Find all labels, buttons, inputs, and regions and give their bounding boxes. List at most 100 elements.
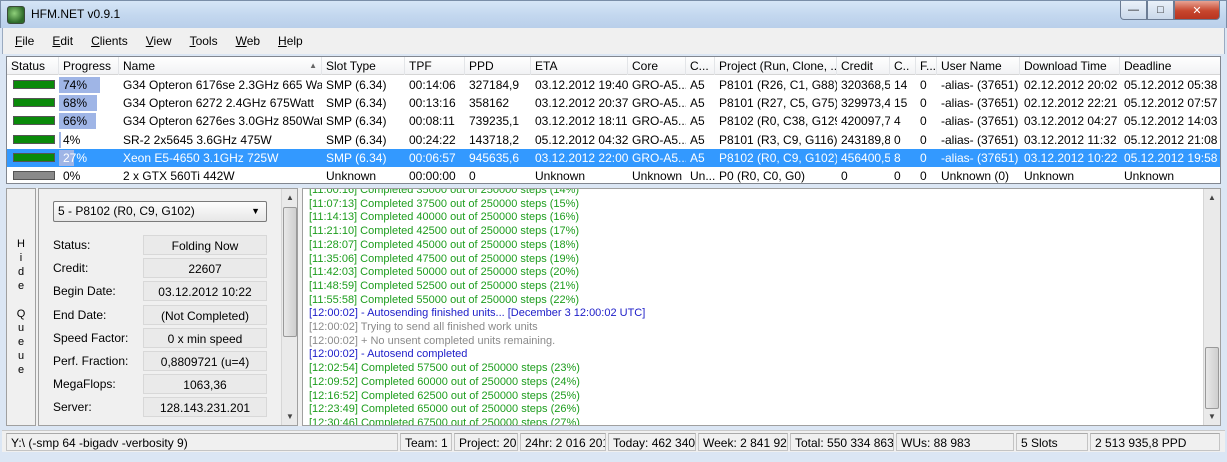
- menu-help[interactable]: Help: [278, 34, 303, 48]
- log-panel[interactable]: [11:00:16] Completed 35000 out of 250000…: [302, 188, 1221, 426]
- cell-slot: SMP (6.34): [326, 132, 387, 147]
- scroll-up-icon[interactable]: ▲: [1204, 189, 1220, 206]
- menu-view[interactable]: View: [146, 34, 172, 48]
- queue-field-value: 1063,36: [143, 374, 267, 395]
- menu-accel: H: [278, 34, 287, 48]
- status-24hr: 24hr: 2 016 201: [520, 433, 606, 451]
- column-header[interactable]: Slot Type: [322, 57, 405, 75]
- menu-clients[interactable]: Clients: [91, 34, 128, 48]
- log-line: [11:42:03] Completed 50000 out of 250000…: [309, 266, 580, 279]
- cell-c: A5: [690, 150, 705, 165]
- queue-field-label: Speed Factor:: [53, 330, 129, 345]
- maximize-icon: □: [1157, 4, 1164, 16]
- scroll-thumb[interactable]: [283, 207, 297, 337]
- maximize-button[interactable]: □: [1147, 1, 1174, 20]
- cell-name: 2 x GTX 560Ti 442W: [123, 169, 235, 183]
- label-letter: H: [17, 238, 25, 250]
- cell-core: GRO-A5...: [632, 78, 686, 92]
- queue-field-value: Folding Now: [143, 235, 267, 255]
- minimize-button[interactable]: —: [1120, 1, 1147, 20]
- cell-user: -alias- (37651): [941, 96, 1019, 111]
- table-row[interactable]: 4% SR-2 2x5645 3.6GHz 475W SMP (6.34) 00:24…: [7, 131, 1220, 149]
- cell-f: 0: [920, 78, 927, 92]
- progress-text: 27%: [63, 150, 88, 165]
- cell-slot: SMP (6.34): [326, 114, 387, 129]
- table-row[interactable]: 66% G34 Opteron 6276es 3.0GHz 850Watt SMP …: [7, 112, 1220, 130]
- queue-field-value: 03.12.2012 10:22: [143, 281, 267, 302]
- cell-name: G34 Opteron 6276es 3.0GHz 850Watt: [123, 114, 322, 129]
- status-ppd: 2 513 935,8 PPD: [1090, 433, 1220, 451]
- table-row[interactable]: 27% Xeon E5-4650 3.1GHz 725W SMP (6.34) 00:…: [7, 148, 1220, 167]
- log-scrollbar[interactable]: ▲ ▼: [1203, 189, 1220, 425]
- column-header[interactable]: User Name: [937, 57, 1020, 75]
- queue-field-label: Credit:: [53, 261, 89, 276]
- table-row[interactable]: 68% G34 Opteron 6272 2.4GHz 675Watt SMP (6…: [7, 94, 1220, 112]
- hide-queue-button[interactable]: HideQueue: [6, 188, 36, 426]
- menu-web[interactable]: Web: [236, 34, 260, 48]
- log-line: [11:55:58] Completed 55000 out of 250000…: [309, 293, 580, 306]
- column-header[interactable]: PPD: [465, 57, 531, 75]
- grid-header: Status Progress Name ▲ Slot Type TPF PPD ETA Cor…: [7, 57, 1220, 75]
- cell-tpf: 00:08:11: [409, 114, 455, 129]
- log-line: [12:09:52] Completed 60000 out of 250000…: [309, 375, 580, 388]
- column-header[interactable]: F...: [916, 57, 937, 75]
- progress-cell: 0%: [59, 168, 115, 183]
- menu-edit[interactable]: Edit: [52, 34, 73, 48]
- cell-download: 02.12.2012 20:02: [1024, 78, 1118, 92]
- window-controls: — □ ✕: [1120, 1, 1220, 21]
- cell-credit: 456400,5: [841, 150, 890, 165]
- hide-queue-label: HideQueue: [17, 237, 26, 377]
- status-indicator: [13, 171, 55, 180]
- menu-file[interactable]: File: [15, 34, 34, 48]
- table-row[interactable]: 74% G34 Opteron 6176se 2.3GHz 665 Watt SMP…: [7, 76, 1220, 94]
- menu-accel: C: [91, 34, 100, 48]
- title-bar[interactable]: HFM.NET v0.9.1 — □ ✕: [0, 0, 1227, 28]
- menu-tools[interactable]: Tools: [190, 34, 218, 48]
- cell-ppd: 0: [469, 169, 476, 183]
- cell-c2: 15: [894, 96, 908, 111]
- column-header[interactable]: Deadline: [1120, 57, 1220, 75]
- cell-ppd: 945635,6: [469, 150, 520, 165]
- column-header[interactable]: Download Time: [1020, 57, 1120, 75]
- cell-tpf: 00:06:57: [409, 150, 456, 165]
- column-header[interactable]: Progress: [59, 57, 119, 75]
- scroll-up-icon[interactable]: ▲: [282, 189, 297, 206]
- label-letter: d: [17, 266, 25, 278]
- column-header[interactable]: Project (Run, Clone, ...: [715, 57, 837, 75]
- close-button[interactable]: ✕: [1174, 1, 1220, 20]
- slots-grid[interactable]: Status Progress Name ▲ Slot Type TPF PPD ETA Cor…: [6, 56, 1221, 184]
- scroll-down-icon[interactable]: ▼: [282, 408, 297, 425]
- column-header[interactable]: Status: [7, 57, 59, 75]
- column-header[interactable]: TPF: [405, 57, 465, 75]
- scroll-thumb[interactable]: [1205, 347, 1219, 409]
- queue-panel: 5 - P8102 (R0, C9, G102) ▼ Status: Foldin…: [38, 188, 298, 426]
- column-header[interactable]: C..: [890, 57, 916, 75]
- cell-project: P8102 (R0, C38, G129): [719, 114, 837, 129]
- queue-scrollbar[interactable]: ▲ ▼: [281, 189, 297, 425]
- cell-name: SR-2 2x5645 3.6GHz 475W: [123, 132, 272, 147]
- cell-tpf: 00:24:22: [409, 132, 456, 147]
- menu-label: iew: [153, 34, 172, 48]
- log-line: [11:28:07] Completed 45000 out of 250000…: [309, 238, 580, 251]
- cell-credit: 0: [841, 169, 848, 183]
- cell-tpf: 00:14:06: [409, 78, 456, 92]
- log-line: [12:00:02] - Autosend completed: [309, 348, 468, 361]
- cell-slot: Unknown: [326, 169, 377, 183]
- cell-f: 0: [920, 132, 927, 147]
- cell-deadline: Unknown: [1124, 169, 1175, 183]
- column-header[interactable]: C...: [686, 57, 715, 75]
- queue-select[interactable]: 5 - P8102 (R0, C9, G102) ▼: [53, 201, 267, 222]
- sort-asc-icon: ▲: [309, 61, 317, 70]
- log-line: [11:35:06] Completed 47500 out of 250000…: [309, 252, 580, 265]
- progress-cell: 27%: [59, 149, 115, 166]
- column-header[interactable]: ETA: [531, 57, 628, 75]
- column-header[interactable]: Core: [628, 57, 686, 75]
- column-header[interactable]: Credit: [837, 57, 890, 75]
- scroll-down-icon[interactable]: ▼: [1204, 408, 1220, 425]
- menu-label: lients: [99, 34, 128, 48]
- log-line: [12:16:52] Completed 62500 out of 250000…: [309, 389, 580, 402]
- cell-project: P8101 (R3, C9, G116): [719, 132, 837, 147]
- log-line: [12:00:02] + No unsent completed units r…: [309, 334, 556, 347]
- table-row[interactable]: 0% 2 x GTX 560Ti 442W Unknown 00:00:00 0 Unkn…: [7, 167, 1220, 183]
- column-header[interactable]: Name ▲: [119, 57, 322, 75]
